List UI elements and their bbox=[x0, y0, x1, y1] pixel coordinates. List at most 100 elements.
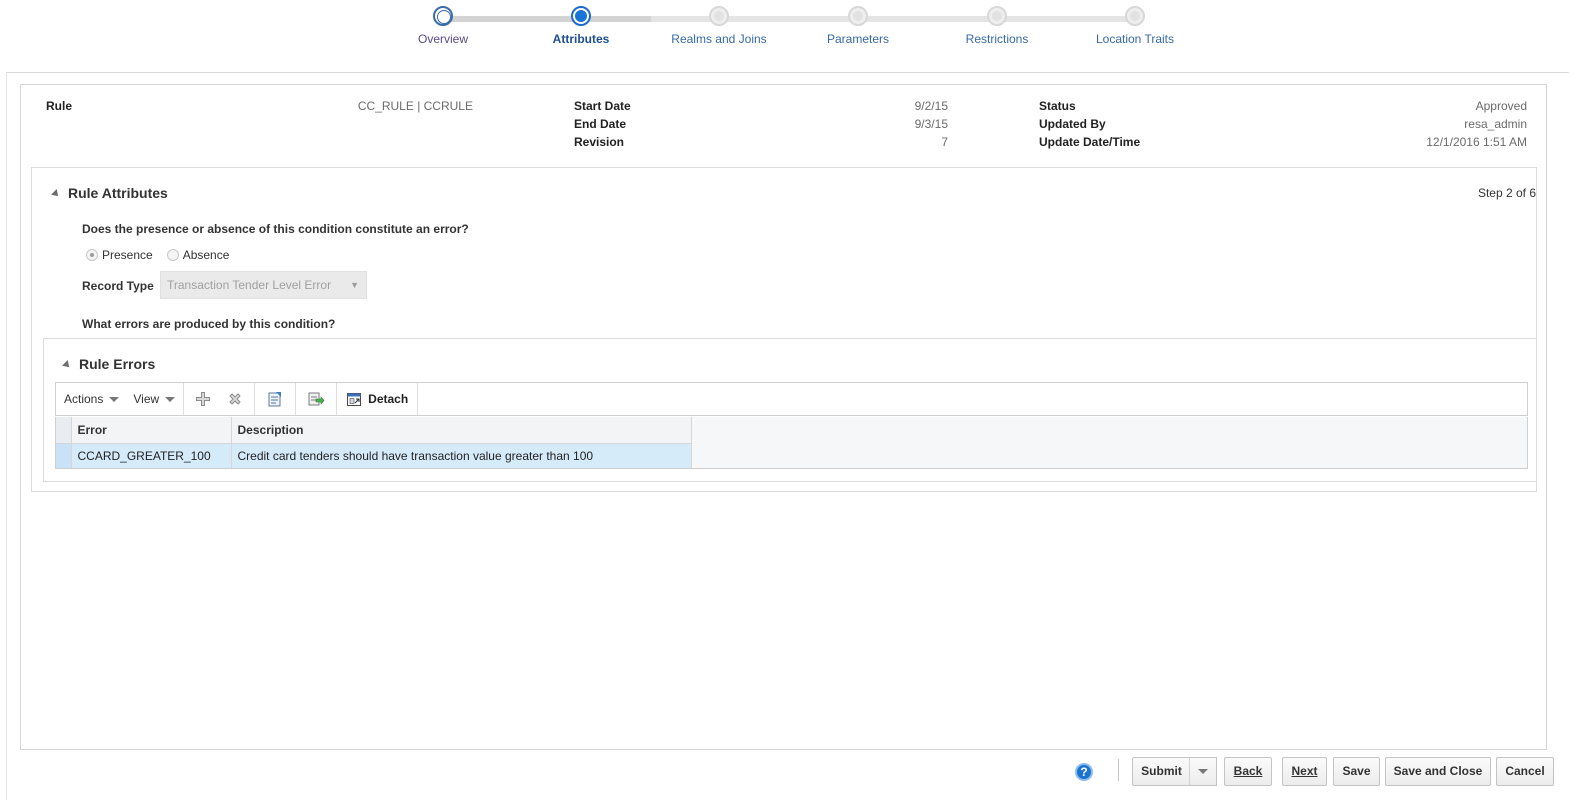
train-step-label: Overview bbox=[417, 32, 468, 46]
rule-errors-header[interactable]: Rule Errors bbox=[62, 356, 156, 372]
start-date-value: 9/2/15 bbox=[914, 99, 948, 113]
updated-by-label: Updated By bbox=[1039, 117, 1106, 131]
train-step-restrictions-icon bbox=[987, 6, 1007, 26]
rule-value: CC_RULE | CCRULE bbox=[357, 99, 473, 113]
rule-errors-toolbar: Actions View Detach bbox=[55, 382, 1528, 416]
train-step-attributes[interactable]: Attributes bbox=[511, 6, 651, 46]
record-type-value: Transaction Tender Level Error bbox=[167, 278, 332, 292]
add-icon bbox=[196, 392, 211, 406]
table-header-row: Error Description bbox=[56, 417, 692, 444]
absence-label: Absence bbox=[182, 248, 230, 262]
rule-content-box: Rule CC_RULE | CCRULE Start Date 9/2/15 … bbox=[20, 84, 1547, 750]
delete-icon bbox=[229, 393, 241, 405]
chevron-down-icon bbox=[109, 396, 120, 402]
disclosure-triangle-icon bbox=[62, 360, 72, 370]
add-row-button[interactable] bbox=[190, 386, 216, 412]
end-date-value: 9/3/15 bbox=[914, 117, 948, 131]
actions-menu-label: Actions bbox=[64, 392, 104, 406]
rule-errors-table: Error Description CCARD_GREATER_100 Cred… bbox=[56, 417, 692, 468]
step-indicator: Step 2 of 6 bbox=[1477, 186, 1536, 200]
rule-header: Rule CC_RULE | CCRULE Start Date 9/2/15 … bbox=[21, 85, 1546, 165]
rule-label: Rule bbox=[46, 99, 73, 113]
back-button[interactable]: Back bbox=[1224, 757, 1272, 786]
record-type-select[interactable]: Transaction Tender Level Error ▼ bbox=[160, 271, 367, 299]
submit-menu-button[interactable] bbox=[1189, 757, 1217, 786]
export-icon bbox=[308, 392, 325, 406]
chevron-down-icon bbox=[165, 396, 176, 402]
train-step-label: Parameters bbox=[826, 32, 890, 46]
train-step-restrictions[interactable]: Restrictions bbox=[927, 6, 1067, 46]
error-description-cell[interactable]: Credit card tenders should have transact… bbox=[231, 443, 692, 468]
presence-absence-radio-group: Presence Absence bbox=[86, 248, 239, 262]
train-step-realms-and-joins[interactable]: Realms and Joins bbox=[649, 6, 789, 46]
update-datetime-label: Update Date/Time bbox=[1039, 135, 1141, 149]
dropdown-arrow-icon: ▼ bbox=[350, 280, 359, 290]
submit-button[interactable]: Submit bbox=[1132, 757, 1190, 786]
edit-record-button[interactable] bbox=[262, 386, 288, 412]
toolbar-menus: Actions View bbox=[56, 383, 185, 415]
train-step-overview-icon bbox=[433, 6, 453, 26]
train-step-overview[interactable]: Overview bbox=[373, 6, 513, 46]
view-menu[interactable]: View bbox=[128, 392, 180, 406]
toolbar-detach-group: Detach bbox=[337, 383, 419, 415]
row-header-cell[interactable] bbox=[56, 443, 72, 468]
process-train: Overview Attributes Realms and Joins Par… bbox=[0, 0, 1573, 60]
status-value: Approved bbox=[1475, 99, 1527, 113]
revision-label: Revision bbox=[574, 135, 625, 149]
export-button[interactable] bbox=[303, 386, 329, 412]
train-step-realms-icon bbox=[709, 6, 729, 26]
detach-button[interactable]: Detach bbox=[337, 391, 417, 407]
save-and-close-button[interactable]: Save and Close bbox=[1385, 757, 1491, 786]
cancel-button[interactable]: Cancel bbox=[1496, 757, 1554, 786]
next-button-label: Next bbox=[1291, 764, 1318, 778]
rule-attributes-header[interactable]: Rule Attributes bbox=[51, 185, 168, 201]
column-header-description[interactable]: Description bbox=[231, 417, 692, 444]
detach-icon bbox=[347, 393, 362, 406]
error-condition-question: Does the presence or absence of this con… bbox=[82, 222, 469, 236]
train-step-parameters[interactable]: Parameters bbox=[788, 6, 928, 46]
rule-errors-table-area: Error Description CCARD_GREATER_100 Cred… bbox=[55, 417, 1528, 469]
back-button-label: Back bbox=[1233, 764, 1263, 778]
table-row[interactable]: CCARD_GREATER_100 Credit card tenders sh… bbox=[56, 443, 692, 468]
toolbar-export-group bbox=[296, 383, 338, 415]
train-step-label: Realms and Joins bbox=[671, 32, 767, 46]
footer-separator bbox=[1118, 759, 1119, 781]
train-step-parameters-icon bbox=[848, 6, 868, 26]
train-step-location-traits[interactable]: Location Traits bbox=[1065, 6, 1205, 46]
footer-button-bar: ? Submit Back Next Save Save and Close C… bbox=[0, 754, 1573, 794]
train-step-attributes-icon bbox=[571, 6, 591, 26]
view-menu-label: View bbox=[133, 392, 160, 406]
rule-errors-panel: Rule Errors Actions View Detach Error De… bbox=[43, 338, 1537, 482]
presence-label: Presence bbox=[102, 248, 153, 262]
start-date-label: Start Date bbox=[574, 99, 631, 113]
train-step-label: Location Traits bbox=[1095, 32, 1175, 46]
record-type-label: Record Type bbox=[82, 279, 154, 293]
toolbar-edit-record-group bbox=[255, 383, 297, 415]
disclosure-triangle-icon bbox=[51, 189, 61, 199]
errors-produced-question: What errors are produced by this conditi… bbox=[82, 317, 336, 331]
absence-radio[interactable] bbox=[166, 249, 179, 261]
revision-value: 7 bbox=[941, 135, 948, 149]
chevron-down-icon bbox=[1198, 769, 1208, 774]
train-step-label: Attributes bbox=[552, 32, 610, 46]
end-date-label: End Date bbox=[574, 117, 627, 131]
save-button[interactable]: Save bbox=[1333, 757, 1380, 786]
toolbar-edit-group bbox=[184, 383, 256, 415]
help-icon[interactable]: ? bbox=[1075, 763, 1093, 781]
train-step-label: Restrictions bbox=[965, 32, 1029, 46]
updated-by-value: resa_admin bbox=[1464, 117, 1527, 131]
presence-radio[interactable] bbox=[86, 249, 98, 261]
delete-row-button[interactable] bbox=[222, 386, 248, 412]
rule-attributes-title: Rule Attributes bbox=[68, 185, 168, 201]
update-datetime-value: 12/1/2016 1:51 AM bbox=[1426, 135, 1527, 149]
train-step-location-traits-icon bbox=[1125, 6, 1145, 26]
error-code-cell[interactable]: CCARD_GREATER_100 bbox=[71, 443, 232, 468]
status-label: Status bbox=[1039, 99, 1076, 113]
column-header-error[interactable]: Error bbox=[71, 417, 232, 444]
row-header-gutter bbox=[56, 417, 72, 444]
actions-menu[interactable]: Actions bbox=[59, 392, 124, 406]
rule-attributes-panel: Rule Attributes Step 2 of 6 Does the pre… bbox=[31, 167, 1537, 492]
next-button[interactable]: Next bbox=[1282, 757, 1327, 786]
rule-errors-title: Rule Errors bbox=[79, 356, 156, 372]
edit-record-icon bbox=[268, 392, 282, 407]
